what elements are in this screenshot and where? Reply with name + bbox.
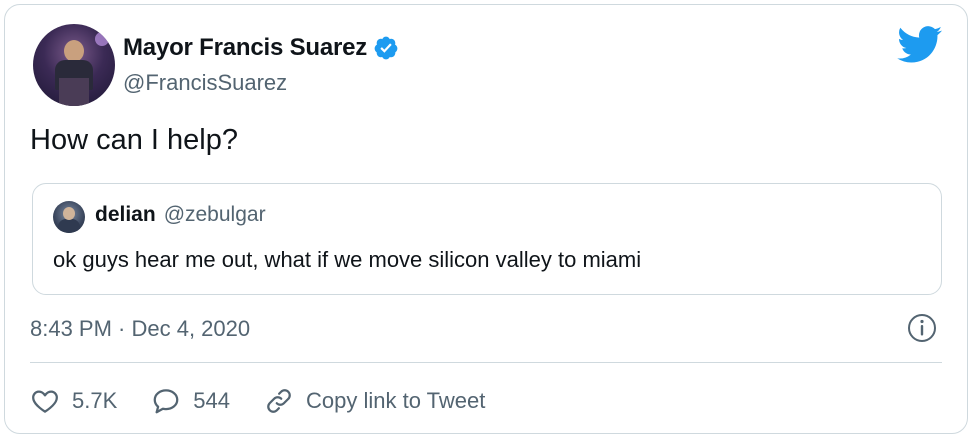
like-button[interactable]: 5.7K: [30, 386, 117, 416]
verified-badge-icon: [374, 36, 398, 60]
author-avatar[interactable]: [33, 24, 115, 106]
tweet-timestamp[interactable]: 8:43 PM · Dec 4, 2020: [30, 316, 250, 342]
author-name-row[interactable]: Mayor Francis Suarez: [123, 34, 399, 62]
reply-button[interactable]: 544: [151, 386, 230, 416]
reply-bubble-icon: [153, 389, 179, 414]
reply-count: 544: [193, 388, 230, 413]
actions-divider: [30, 362, 942, 363]
quoted-avatar-face: [63, 207, 75, 220]
quoted-display-name: delian: [95, 203, 156, 226]
quoted-tweet-text: ok guys hear me out, what if we move sil…: [53, 247, 642, 272]
heart-icon: [32, 390, 58, 413]
author-handle[interactable]: @FrancisSuarez: [123, 70, 287, 96]
copy-link-button[interactable]: Copy link to Tweet: [264, 386, 485, 416]
quoted-handle: @zebulgar: [163, 203, 266, 226]
avatar-person-head: [64, 40, 84, 62]
like-count: 5.7K: [72, 388, 118, 413]
link-icon: [267, 389, 291, 413]
quoted-name-row: delian @zebulgar: [95, 203, 266, 227]
copy-link-label: Copy link to Tweet: [305, 388, 486, 413]
quoted-avatar-shoulders: [58, 219, 80, 233]
twitter-bird-icon[interactable]: [897, 26, 943, 64]
avatar-background-light: [95, 32, 109, 46]
tweet-text: How can I help?: [30, 124, 238, 156]
info-icon[interactable]: [906, 312, 938, 344]
tweet-actions-bar: 5.7K 544 Copy link to Tweet: [30, 383, 519, 419]
author-display-name[interactable]: Mayor Francis Suarez: [123, 34, 367, 62]
quoted-tweet[interactable]: delian @zebulgar ok guys hear me out, wh…: [32, 183, 942, 295]
quoted-author-avatar[interactable]: [53, 201, 85, 233]
avatar-podium: [59, 78, 89, 106]
